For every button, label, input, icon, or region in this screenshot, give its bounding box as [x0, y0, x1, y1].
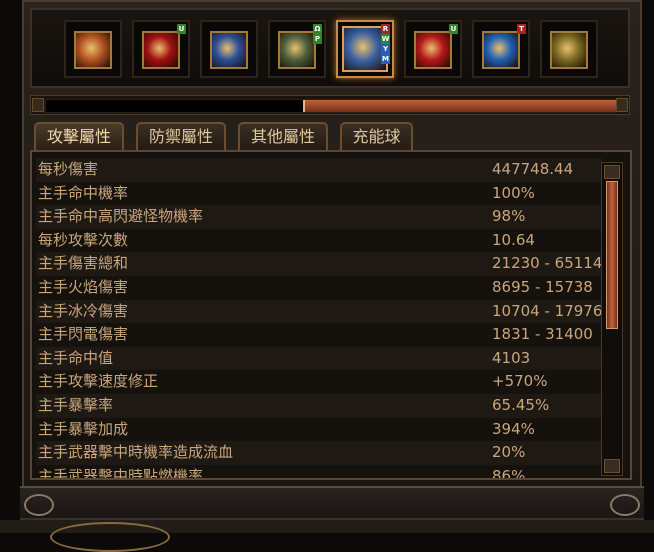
gem-link-tag: R	[381, 24, 390, 34]
skill-slot[interactable]: U	[404, 20, 462, 78]
ornament-left-curl	[24, 494, 54, 516]
stat-row: 主手暴擊加成 394%	[36, 418, 602, 442]
stat-row: 每秒傷害 447748.44	[36, 158, 602, 182]
tab-attack[interactable]: 攻擊屬性	[34, 122, 124, 150]
gem-link-tag: T	[517, 24, 526, 34]
stat-row: 每秒攻擊次數 10.64	[36, 229, 602, 253]
stat-label: 主手閃電傷害	[38, 325, 129, 344]
red-demon-skill-icon	[414, 31, 452, 69]
skill-slot[interactable]	[64, 20, 122, 78]
stat-label: 主手傷害總和	[38, 254, 129, 273]
stat-label: 每秒傷害	[38, 160, 99, 178]
scroll-thumb[interactable]	[606, 181, 618, 329]
stat-label: 主手火焰傷害	[38, 277, 129, 296]
stats-panel: 每秒傷害 447748.44 主手命中機率 100% 主手命中高閃避怪物機率 98% 每秒攻…	[30, 150, 632, 480]
stat-label: 主手冰冷傷害	[38, 301, 129, 320]
gem-link-tag: U	[177, 24, 186, 34]
red-blade-skill-icon	[142, 31, 180, 69]
progress-fill	[302, 100, 616, 112]
stat-value: 447748.44	[492, 160, 574, 178]
skill-slot[interactable]: T	[472, 20, 530, 78]
bottom-ornament	[20, 486, 644, 520]
stat-row: 主手火焰傷害 8695 - 15738	[36, 276, 602, 300]
ornament-right-curl	[610, 494, 640, 516]
stat-value: 1831 - 31400	[492, 325, 593, 344]
stat-row: 主手武器擊中時機率造成流血 20%	[36, 441, 602, 465]
stat-row: 主手命中高閃避怪物機率 98%	[36, 205, 602, 229]
yellow-aura-skill-icon	[550, 31, 588, 69]
stat-value: 20%	[492, 443, 526, 462]
gem-link-tag: Ω	[313, 24, 322, 34]
gem-link-tag: M	[381, 54, 390, 64]
stat-value: 10.64	[492, 230, 535, 249]
stat-label: 主手命中機率	[38, 183, 129, 202]
stat-value: 86%	[492, 466, 526, 478]
stat-label: 主手攻擊速度修正	[38, 372, 159, 391]
blue-fist-skill-icon	[210, 31, 248, 69]
tab-charges[interactable]: 充能球	[340, 122, 413, 150]
skill-slot[interactable]: ΩP	[268, 20, 326, 78]
gem-link-tag: Y	[381, 44, 390, 54]
stat-label: 主手暴擊加成	[38, 419, 129, 438]
skill-slot[interactable]	[540, 20, 598, 78]
blue-figure-skill-icon	[482, 31, 520, 69]
stat-value: 65.45%	[492, 395, 550, 414]
stat-row: 主手命中機率 100%	[36, 182, 602, 206]
gem-link-tag: P	[313, 34, 322, 44]
orange-ring-skill-icon	[74, 31, 112, 69]
stat-row: 主手暴擊率 65.45%	[36, 393, 602, 418]
tab-other[interactable]: 其他屬性	[238, 122, 328, 150]
stat-row: 主手攻擊速度修正 +570%	[36, 370, 602, 394]
stat-row: 主手冰冷傷害 10704 - 17976	[36, 299, 602, 324]
stat-label: 主手武器擊中時點燃機率	[38, 466, 204, 478]
progress-track	[45, 99, 617, 113]
stat-label: 主手命中值	[38, 348, 114, 367]
skill-slot[interactable]: RWYM	[336, 20, 394, 78]
stat-row: 主手武器擊中時點燃機率 86%	[36, 465, 602, 478]
stat-row: 主手命中值 4103	[36, 346, 602, 371]
stat-value: 394%	[492, 419, 535, 438]
scroll-up-arrow[interactable]	[604, 165, 620, 179]
skill-slot[interactable]: U	[132, 20, 190, 78]
footer-ornament	[0, 520, 654, 552]
gem-link-tag: W	[381, 34, 390, 44]
stat-row: 主手傷害總和 21230 - 65114	[36, 252, 602, 276]
stat-row: 主手閃電傷害 1831 - 31400	[36, 323, 602, 347]
stat-value: +570%	[492, 372, 548, 391]
stat-label: 主手命中高閃避怪物機率	[38, 207, 204, 226]
progress-bar	[30, 95, 630, 115]
stat-label: 主手武器擊中時機率造成流血	[38, 443, 234, 462]
stat-value: 100%	[492, 183, 535, 202]
stats-list: 每秒傷害 447748.44 主手命中機率 100% 主手命中高閃避怪物機率 98% 每秒攻…	[36, 158, 602, 478]
stat-value: 98%	[492, 207, 526, 226]
scrollbar[interactable]	[601, 162, 623, 476]
stat-value: 21230 - 65114	[492, 254, 602, 273]
skill-slot[interactable]	[200, 20, 258, 78]
stat-label: 主手暴擊率	[38, 395, 114, 414]
stat-value: 10704 - 17976	[492, 301, 602, 320]
skill-bar: UΩPRWYMUT	[30, 8, 630, 88]
gem-link-tag: U	[449, 24, 458, 34]
stat-value: 4103	[492, 348, 531, 367]
scroll-down-arrow[interactable]	[604, 459, 620, 473]
tab-defense[interactable]: 防禦屬性	[136, 122, 226, 150]
progress-cap-left	[32, 98, 44, 112]
progress-cap-right	[616, 98, 628, 112]
stat-value: 8695 - 15738	[492, 277, 593, 296]
green-dash-skill-icon	[278, 31, 316, 69]
stat-label: 每秒攻擊次數	[38, 230, 129, 249]
